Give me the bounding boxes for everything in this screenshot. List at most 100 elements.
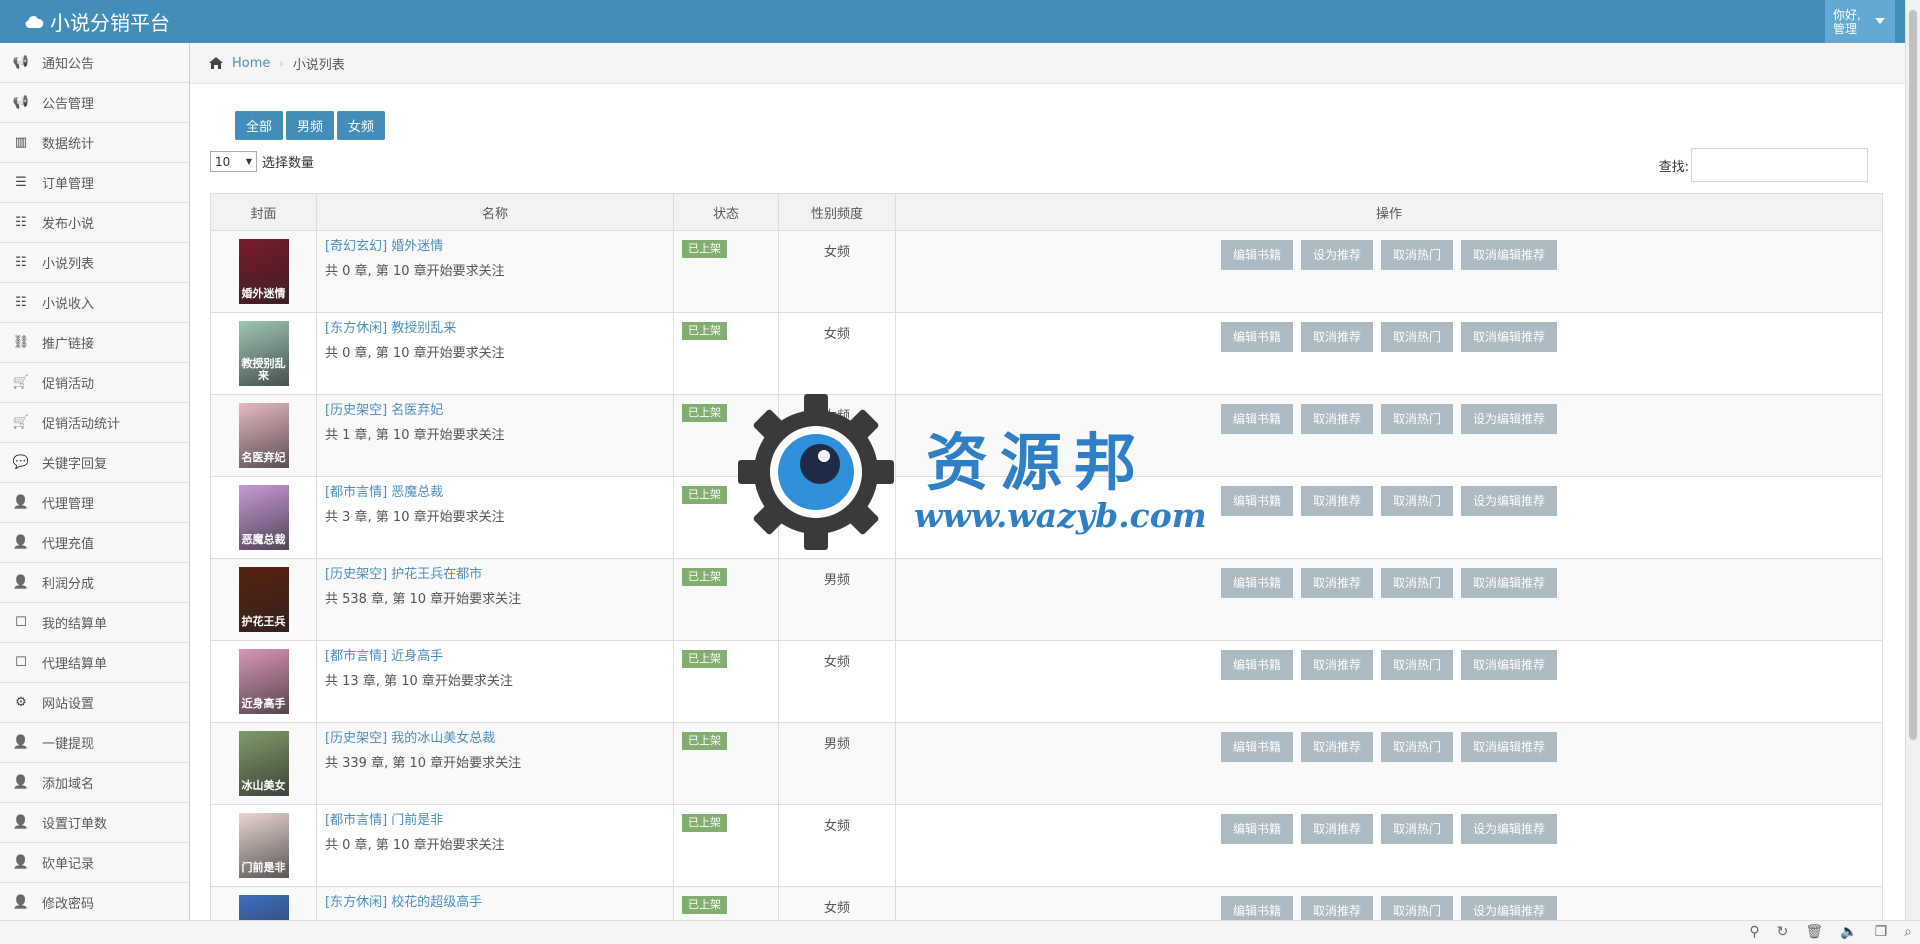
user-menu[interactable]: 你好, 管理	[1825, 0, 1895, 43]
user-name: 管理	[1833, 21, 1858, 36]
status-cell: 已上架	[673, 312, 779, 395]
novel-title-link[interactable]: [历史架空] 我的冰山美女总裁	[325, 731, 665, 747]
action-button[interactable]: 取消热门	[1381, 650, 1454, 680]
action-button[interactable]: 设为编辑推荐	[1461, 486, 1558, 516]
cover-image[interactable]: 护花王兵	[238, 567, 289, 632]
action-button[interactable]: 取消推荐	[1300, 732, 1373, 762]
sidebar-item[interactable]: 👤 添加域名	[0, 763, 189, 803]
page-length-select[interactable]: 10 ▼	[210, 151, 257, 172]
action-button[interactable]: 设为编辑推荐	[1461, 404, 1558, 434]
sidebar-item[interactable]: ☷ 小说列表	[0, 243, 189, 283]
breadcrumb-home[interactable]: Home	[232, 56, 270, 71]
volume-icon[interactable]: 🔈	[1840, 924, 1857, 940]
action-button[interactable]: 取消热门	[1381, 732, 1454, 762]
cover-image[interactable]: 冰山美女	[238, 731, 289, 796]
sidebar-item[interactable]: ⚙ 网站设置	[0, 683, 189, 723]
filter-all-button[interactable]: 全部	[235, 111, 284, 140]
sidebar-item[interactable]: 👤 一键提现	[0, 723, 189, 763]
brand[interactable]: 小说分销平台	[24, 0, 170, 43]
action-button[interactable]: 编辑书籍	[1220, 404, 1293, 434]
action-button[interactable]: 取消热门	[1381, 322, 1454, 352]
pin-icon[interactable]: ⚲	[1749, 924, 1759, 940]
sidebar-item[interactable]: ☰ 订单管理	[0, 163, 189, 203]
sidebar-item[interactable]: 👤 利润分成	[0, 563, 189, 603]
search-icon[interactable]: ⌕	[1904, 924, 1912, 940]
action-button[interactable]: 取消编辑推荐	[1461, 732, 1558, 762]
action-button[interactable]: 取消推荐	[1300, 322, 1373, 352]
action-button[interactable]: 取消热门	[1381, 568, 1454, 598]
novel-title-link[interactable]: [历史架空] 护花王兵在都市	[325, 567, 665, 583]
cover-image[interactable]: 近身高手	[238, 649, 289, 714]
trash-icon[interactable]: 🗑	[1805, 924, 1823, 940]
vertical-scrollbar[interactable]	[1905, 0, 1920, 920]
action-button[interactable]: 取消编辑推荐	[1461, 650, 1558, 680]
sidebar-item[interactable]: ☐ 我的结算单	[0, 603, 189, 643]
action-button[interactable]: 编辑书籍	[1220, 240, 1293, 270]
sidebar-item[interactable]: 💬 关键字回复	[0, 443, 189, 483]
filter-male-button[interactable]: 男频	[286, 111, 335, 140]
cover-image[interactable]: 恶魔总裁	[238, 485, 289, 550]
novel-title-link[interactable]: [奇幻玄幻] 婚外迷情	[325, 239, 665, 255]
action-button[interactable]: 编辑书籍	[1220, 486, 1293, 516]
action-button[interactable]: 编辑书籍	[1220, 814, 1293, 844]
cover-image[interactable]	[238, 895, 289, 920]
action-button[interactable]: 取消推荐	[1300, 814, 1373, 844]
sidebar-item[interactable]: 📢 通知公告	[0, 43, 189, 83]
action-button[interactable]: 取消推荐	[1300, 896, 1373, 920]
sidebar-item[interactable]: ⛓ 推广链接	[0, 323, 189, 363]
novel-title-link[interactable]: [东方休闲] 教授别乱来	[325, 321, 665, 337]
sidebar-item[interactable]: ☷ 发布小说	[0, 203, 189, 243]
action-button[interactable]: 取消推荐	[1300, 486, 1373, 516]
action-button[interactable]: 取消推荐	[1300, 568, 1373, 598]
sidebar-item[interactable]: ▥ 数据统计	[0, 123, 189, 163]
cover-image[interactable]: 门前是非	[238, 813, 289, 878]
action-button[interactable]: 取消编辑推荐	[1461, 240, 1558, 270]
action-button[interactable]: 取消热门	[1381, 404, 1454, 434]
sidebar-item[interactable]: 👤 代理充值	[0, 523, 189, 563]
action-button[interactable]: 取消编辑推荐	[1461, 568, 1558, 598]
action-button[interactable]: 编辑书籍	[1220, 568, 1293, 598]
cover-image[interactable]: 婚外迷情	[238, 239, 289, 304]
action-button[interactable]: 编辑书籍	[1220, 896, 1293, 920]
action-button[interactable]: 取消热门	[1381, 896, 1454, 920]
action-button[interactable]: 取消热门	[1381, 486, 1454, 516]
header-status[interactable]: 状态	[673, 193, 779, 231]
action-button[interactable]: 编辑书籍	[1220, 322, 1293, 352]
table-row: 冰山美女 [历史架空] 我的冰山美女总裁共 339 章, 第 10 章开始要求关注…	[210, 722, 1883, 805]
scrollbar-thumb[interactable]	[1909, 10, 1917, 740]
action-button[interactable]: 取消推荐	[1300, 650, 1373, 680]
action-button[interactable]: 编辑书籍	[1220, 732, 1293, 762]
cover-image[interactable]: 教授别乱来	[238, 321, 289, 386]
action-button[interactable]: 取消编辑推荐	[1461, 322, 1558, 352]
action-button[interactable]: 设为编辑推荐	[1461, 896, 1558, 920]
novel-title-link[interactable]: [都市言情] 门前是非	[325, 813, 665, 829]
sidebar-item[interactable]: 📢 公告管理	[0, 83, 189, 123]
sidebar-item[interactable]: ☷ 小说收入	[0, 283, 189, 323]
sidebar-item[interactable]: 👤 代理管理	[0, 483, 189, 523]
cover-image[interactable]: 名医弃妃	[238, 403, 289, 468]
main-content: Home › 小说列表 全部 男频 女频 10 ▼ 选择数量 查找: 封面 名称…	[190, 43, 1905, 920]
novel-title-link[interactable]: [历史架空] 名医弃妃	[325, 403, 665, 419]
novel-title-link[interactable]: [东方休闲] 校花的超级高手	[325, 895, 665, 911]
novel-title-link[interactable]: [都市言情] 恶魔总裁	[325, 485, 665, 501]
window-icon[interactable]: ❐	[1875, 924, 1888, 940]
sidebar-item[interactable]: 👤 砍单记录	[0, 843, 189, 883]
header-cover[interactable]: 封面	[210, 193, 317, 231]
sidebar-item[interactable]: 🛒 促销活动	[0, 363, 189, 403]
action-button[interactable]: 编辑书籍	[1220, 650, 1293, 680]
header-gender[interactable]: 性别频度	[778, 193, 896, 231]
action-button[interactable]: 取消热门	[1381, 240, 1454, 270]
action-button[interactable]: 设为推荐	[1300, 240, 1373, 270]
action-button[interactable]: 取消推荐	[1300, 404, 1373, 434]
novel-title-link[interactable]: [都市言情] 近身高手	[325, 649, 665, 665]
sidebar-item[interactable]: ☐ 代理结算单	[0, 643, 189, 683]
search-input[interactable]	[1691, 148, 1868, 182]
action-button[interactable]: 取消热门	[1381, 814, 1454, 844]
sidebar-item[interactable]: 🛒 促销活动统计	[0, 403, 189, 443]
sidebar-item[interactable]: 👤 修改密码	[0, 883, 189, 920]
filter-female-button[interactable]: 女频	[337, 111, 386, 140]
sidebar-item[interactable]: 👤 设置订单数	[0, 803, 189, 843]
action-button[interactable]: 设为编辑推荐	[1461, 814, 1558, 844]
refresh-icon[interactable]: ↻	[1777, 924, 1789, 940]
header-name[interactable]: 名称	[316, 193, 674, 231]
